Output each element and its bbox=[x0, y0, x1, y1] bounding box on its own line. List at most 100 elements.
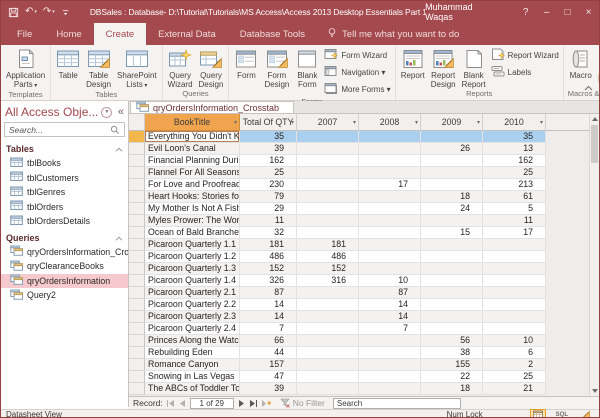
cell[interactable]: For Love and Proofread bbox=[145, 179, 240, 191]
cell[interactable]: Romance Canyon bbox=[145, 359, 240, 371]
signed-in-user[interactable]: Muhammad Waqas bbox=[425, 2, 499, 22]
cell[interactable] bbox=[421, 299, 483, 311]
cell[interactable] bbox=[359, 131, 421, 143]
collapse-section-icon[interactable] bbox=[115, 144, 123, 154]
cell[interactable] bbox=[359, 263, 421, 275]
cell[interactable] bbox=[297, 299, 359, 311]
cell[interactable]: 162 bbox=[240, 155, 297, 167]
tab-qryordersinformation-crosstab[interactable]: qryOrdersInformation_Crosstab bbox=[130, 101, 294, 113]
cell[interactable]: Princes Along the Watch bbox=[145, 335, 240, 347]
row-selector[interactable] bbox=[129, 275, 145, 287]
shutter-bar-close-icon[interactable]: « bbox=[118, 106, 124, 118]
column-dropdown-icon[interactable]: ▾ bbox=[477, 119, 480, 126]
cell[interactable]: 44 bbox=[240, 347, 297, 359]
cell[interactable] bbox=[359, 227, 421, 239]
cell[interactable]: The ABCs of Toddler To bbox=[145, 383, 240, 395]
cell[interactable]: 486 bbox=[240, 251, 297, 263]
cell[interactable]: Flannel For All Seasons bbox=[145, 167, 240, 179]
row-selector[interactable] bbox=[129, 143, 145, 155]
ribbon-tab-file[interactable]: File bbox=[5, 23, 44, 45]
cell[interactable] bbox=[421, 323, 483, 335]
cell[interactable] bbox=[421, 251, 483, 263]
cell[interactable] bbox=[421, 155, 483, 167]
cell[interactable] bbox=[483, 323, 546, 335]
nav-item-tblgenres[interactable]: tblGenres bbox=[1, 185, 128, 200]
cell[interactable]: 39 bbox=[240, 383, 297, 395]
cell[interactable]: 56 bbox=[421, 335, 483, 347]
cell[interactable]: 2 bbox=[483, 359, 546, 371]
cell[interactable] bbox=[483, 311, 546, 323]
cell[interactable]: 6 bbox=[483, 347, 546, 359]
cell[interactable]: 25 bbox=[483, 371, 546, 383]
row-selector[interactable] bbox=[129, 347, 145, 359]
cell[interactable] bbox=[483, 263, 546, 275]
query-design-button[interactable]: Query Design bbox=[196, 45, 227, 89]
cell[interactable] bbox=[297, 167, 359, 179]
cell[interactable]: 157 bbox=[240, 359, 297, 371]
cell[interactable]: 486 bbox=[297, 251, 359, 263]
cell[interactable]: 17 bbox=[359, 179, 421, 191]
table-button[interactable]: Table bbox=[53, 45, 83, 90]
cell[interactable] bbox=[297, 179, 359, 191]
cell[interactable]: 39 bbox=[240, 143, 297, 155]
cell[interactable] bbox=[483, 239, 546, 251]
cell[interactable] bbox=[297, 311, 359, 323]
cell[interactable] bbox=[483, 299, 546, 311]
cell[interactable]: 10 bbox=[359, 275, 421, 287]
row-selector[interactable] bbox=[129, 371, 145, 383]
cell[interactable] bbox=[421, 167, 483, 179]
cell[interactable]: 18 bbox=[421, 191, 483, 203]
row-selector[interactable] bbox=[129, 227, 145, 239]
form-wizard-button[interactable]: Form Wizard bbox=[324, 48, 390, 63]
cell[interactable]: 162 bbox=[483, 155, 546, 167]
cell[interactable] bbox=[421, 179, 483, 191]
cell[interactable]: 5 bbox=[483, 203, 546, 215]
cell[interactable] bbox=[359, 335, 421, 347]
cell[interactable]: 35 bbox=[240, 131, 297, 143]
cell[interactable] bbox=[297, 227, 359, 239]
nav-item-query2[interactable]: Query2 bbox=[1, 288, 128, 303]
collapse-section-icon[interactable] bbox=[115, 233, 123, 243]
report-button[interactable]: Report bbox=[398, 45, 428, 89]
cell[interactable] bbox=[297, 335, 359, 347]
cell[interactable] bbox=[359, 239, 421, 251]
cell[interactable] bbox=[483, 275, 546, 287]
cell[interactable] bbox=[359, 215, 421, 227]
cell[interactable] bbox=[359, 191, 421, 203]
cell[interactable]: 15 bbox=[421, 227, 483, 239]
row-selector[interactable] bbox=[129, 191, 145, 203]
cell[interactable]: 66 bbox=[240, 335, 297, 347]
cell[interactable]: 316 bbox=[297, 275, 359, 287]
minimize-button[interactable]: – bbox=[536, 1, 557, 23]
cell[interactable]: Ocean of Bald Branches bbox=[145, 227, 240, 239]
cell[interactable]: Picaroon Quarterly 1.3 bbox=[145, 263, 240, 275]
nav-item-tblordersdetails[interactable]: tblOrdersDetails bbox=[1, 214, 128, 229]
cell[interactable]: 26 bbox=[421, 143, 483, 155]
redo-button[interactable]: ↷▾ bbox=[43, 7, 55, 17]
cell[interactable]: 47 bbox=[240, 371, 297, 383]
cell[interactable]: 7 bbox=[240, 323, 297, 335]
save-icon[interactable] bbox=[8, 7, 19, 18]
row-selector[interactable] bbox=[129, 383, 145, 395]
ribbon-tab-external-data[interactable]: External Data bbox=[146, 23, 228, 45]
undo-button[interactable]: ↶▾ bbox=[25, 7, 37, 17]
cell[interactable] bbox=[359, 203, 421, 215]
vertical-scrollbar[interactable] bbox=[589, 114, 599, 396]
cell[interactable] bbox=[297, 383, 359, 395]
table-design-button[interactable]: Table Design bbox=[83, 45, 114, 90]
cell[interactable] bbox=[421, 275, 483, 287]
cell[interactable]: 152 bbox=[297, 263, 359, 275]
blank-form-button[interactable]: Blank Form bbox=[292, 45, 322, 97]
scroll-up-icon[interactable] bbox=[590, 114, 599, 124]
cell[interactable] bbox=[421, 287, 483, 299]
report-design-button[interactable]: Report Design bbox=[428, 45, 459, 89]
cell[interactable] bbox=[297, 203, 359, 215]
form-button[interactable]: Form bbox=[231, 45, 261, 97]
close-button[interactable]: × bbox=[578, 1, 599, 23]
row-selector[interactable] bbox=[129, 215, 145, 227]
cell[interactable]: 7 bbox=[359, 323, 421, 335]
cell[interactable]: 326 bbox=[240, 275, 297, 287]
cell[interactable]: Picaroon Quarterly 2.3 bbox=[145, 311, 240, 323]
cell[interactable] bbox=[359, 143, 421, 155]
nav-item-qryordersinformation[interactable]: qryOrdersInformation bbox=[1, 274, 128, 289]
